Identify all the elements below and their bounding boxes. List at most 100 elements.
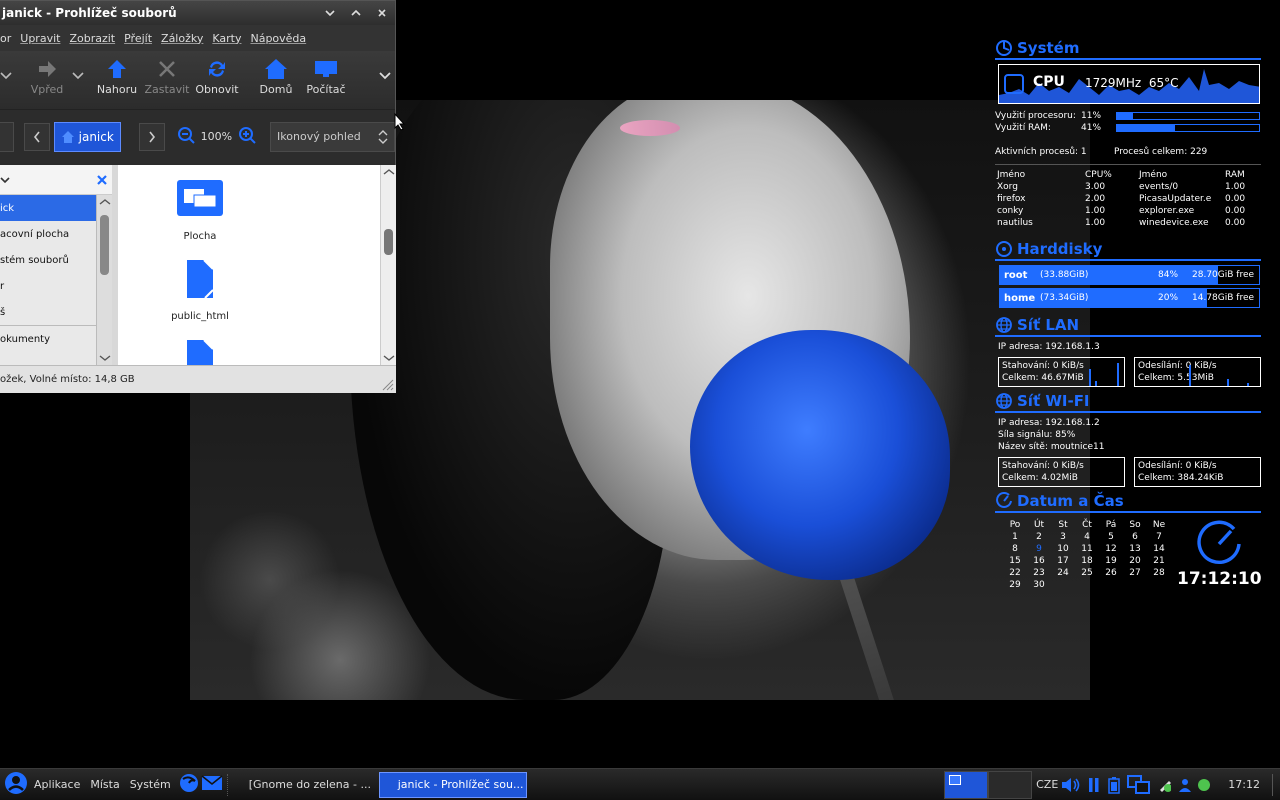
zoom-in-button[interactable] bbox=[238, 126, 256, 148]
wifi-traffic-row: Stahování: 0 KiB/s Celkem: 4.02MiB Odesí… bbox=[998, 457, 1261, 487]
menu-help[interactable]: Nápověda bbox=[250, 32, 306, 45]
menu-edit[interactable]: Upravit bbox=[20, 32, 60, 45]
wifi-upload-rate: Odesílání: 0 KiB/s bbox=[1138, 461, 1217, 471]
back-dropdown[interactable] bbox=[0, 55, 22, 95]
minimize-button[interactable] bbox=[317, 2, 343, 24]
lan-ip: IP adresa: 192.168.1.3 bbox=[998, 342, 1100, 352]
taskbar: Aplikace Místa Systém [Gnome do zelena -… bbox=[0, 768, 1280, 800]
file-item-partial[interactable] bbox=[158, 339, 242, 365]
pause-icon[interactable] bbox=[1087, 777, 1101, 793]
calendar-day: 26 bbox=[1105, 568, 1117, 578]
up-button[interactable]: Nahoru bbox=[92, 55, 142, 96]
taskbar-clock[interactable]: 17:12 bbox=[1228, 778, 1260, 791]
battery-icon[interactable] bbox=[1107, 776, 1121, 794]
taskbar-separator bbox=[1272, 773, 1276, 796]
ram-proc-value: 1.00 bbox=[1225, 182, 1246, 192]
menu-view[interactable]: Zobrazit bbox=[69, 32, 115, 45]
calendar-day: 18 bbox=[1081, 556, 1093, 566]
sidebar-scroll-thumb[interactable] bbox=[100, 215, 109, 275]
calendar-day: 6 bbox=[1132, 532, 1138, 542]
calendar-day: 17 bbox=[1057, 556, 1069, 566]
menu-go[interactable]: Přejít bbox=[124, 32, 152, 45]
resize-grip-icon[interactable] bbox=[382, 379, 394, 391]
user-icon[interactable] bbox=[1177, 777, 1192, 793]
file-view[interactable]: Plocha public_html bbox=[118, 165, 396, 365]
cpu-usage-value: 11% bbox=[1081, 111, 1102, 121]
cpu-proc-value: 1.00 bbox=[1085, 218, 1106, 228]
file-manager-body: ick acovní plocha stém souborů r š okume… bbox=[0, 165, 396, 365]
wifi-upload-total: Celkem: 384.24KiB bbox=[1138, 473, 1224, 483]
location-toggle-button[interactable] bbox=[0, 121, 14, 152]
status-indicator-icon[interactable] bbox=[1197, 777, 1211, 793]
total-processes: Procesů celkem: 229 bbox=[1114, 147, 1208, 157]
harddisk-icon bbox=[996, 241, 1012, 257]
zoom-out-button[interactable] bbox=[177, 126, 195, 148]
file-view-scrollbar[interactable] bbox=[380, 165, 396, 365]
workspace-1[interactable] bbox=[944, 770, 989, 799]
ram-usage-label: Využití RAM: bbox=[995, 123, 1051, 133]
menu-system[interactable]: Systém bbox=[130, 778, 171, 791]
menu-places[interactable]: Místa bbox=[90, 778, 119, 791]
view-mode-select[interactable]: Ikonový pohled bbox=[270, 121, 395, 152]
calendar-weekday: Út bbox=[1033, 520, 1045, 530]
home-button[interactable]: Domů bbox=[251, 55, 301, 96]
sidebar-item-home[interactable]: ick bbox=[0, 195, 96, 221]
system-tray: CZE 17:12 bbox=[944, 770, 1280, 799]
wifi-download-box: Stahování: 0 KiB/s Celkem: 4.02MiB bbox=[998, 457, 1125, 487]
chevron-up-icon bbox=[99, 199, 111, 205]
disks-title: Harddisky bbox=[1017, 240, 1103, 258]
firefox-launcher-icon[interactable] bbox=[179, 773, 199, 796]
ram-proc-value: 0.00 bbox=[1225, 194, 1246, 204]
toolbar-overflow-button[interactable] bbox=[351, 55, 391, 95]
wifi-signal: Síla signálu: 85% bbox=[998, 430, 1076, 440]
mail-launcher-icon[interactable] bbox=[201, 774, 223, 795]
forward-label: Vpřed bbox=[30, 83, 64, 96]
close-sidebar-icon[interactable] bbox=[96, 174, 108, 186]
keyboard-layout[interactable]: CZE bbox=[1036, 778, 1058, 791]
computer-button[interactable]: Počítač bbox=[301, 55, 351, 96]
wallpaper-eye bbox=[620, 120, 680, 136]
stop-button[interactable]: Zastavit bbox=[142, 55, 192, 96]
reload-button[interactable]: Obnovit bbox=[192, 55, 242, 96]
datetime-section-header: Datum a Čas bbox=[995, 491, 1261, 513]
task-firefox[interactable]: [Gnome do zelena - ... bbox=[235, 772, 375, 798]
menu-tabs[interactable]: Karty bbox=[212, 32, 241, 45]
task-file-manager[interactable]: janick - Prohlížeč sou... bbox=[378, 771, 527, 798]
wifi-ip: IP adresa: 192.168.1.2 bbox=[998, 418, 1100, 428]
file-item-desktop[interactable]: Plocha bbox=[158, 179, 242, 242]
workspace-2[interactable] bbox=[988, 770, 1033, 799]
breadcrumb-prev-button[interactable] bbox=[23, 122, 50, 151]
disk-name: root bbox=[1004, 269, 1028, 281]
divider bbox=[995, 164, 1261, 165]
ram-proc-name: events/0 bbox=[1139, 182, 1179, 192]
calendar-day: 16 bbox=[1033, 556, 1045, 566]
system-title: Systém bbox=[1017, 39, 1080, 57]
close-button[interactable] bbox=[369, 2, 395, 24]
menu-file[interactable]: or bbox=[0, 32, 11, 45]
workspace-switcher[interactable] bbox=[944, 770, 1033, 799]
forward-button[interactable]: Vpřed bbox=[22, 55, 72, 96]
breadcrumb-next-button[interactable] bbox=[138, 122, 165, 151]
file-manager-window[interactable]: janick - Prohlížeč souborů or Upravit Zo… bbox=[0, 0, 396, 393]
breadcrumb-home[interactable]: janick bbox=[53, 121, 121, 152]
file-item-public-html[interactable]: public_html bbox=[158, 259, 242, 322]
clipboard-icon[interactable] bbox=[1157, 777, 1172, 793]
network-icon[interactable] bbox=[1127, 774, 1151, 794]
task-label: [Gnome do zelena - ... bbox=[248, 778, 371, 791]
file-scroll-thumb[interactable] bbox=[384, 229, 393, 255]
volume-icon[interactable] bbox=[1061, 777, 1081, 793]
cpu-usage-label: Využití procesoru: bbox=[995, 111, 1076, 121]
chevron-down-icon[interactable] bbox=[0, 175, 10, 185]
forward-dropdown[interactable] bbox=[72, 55, 92, 95]
maximize-button[interactable] bbox=[343, 2, 369, 24]
chevron-up-icon bbox=[383, 169, 395, 175]
computer-icon bbox=[314, 55, 338, 83]
cpu-graph: CPU 1729MHz 65°C bbox=[998, 64, 1260, 104]
calendar-day: 19 bbox=[1105, 556, 1117, 566]
distro-logo-icon[interactable] bbox=[4, 771, 28, 798]
window-titlebar[interactable]: janick - Prohlížeč souborů bbox=[0, 1, 395, 25]
calendar-day: 3 bbox=[1060, 532, 1066, 542]
sidebar-scrollbar[interactable] bbox=[96, 195, 112, 365]
menu-applications[interactable]: Aplikace bbox=[34, 778, 80, 791]
menu-bookmarks[interactable]: Záložky bbox=[161, 32, 203, 45]
